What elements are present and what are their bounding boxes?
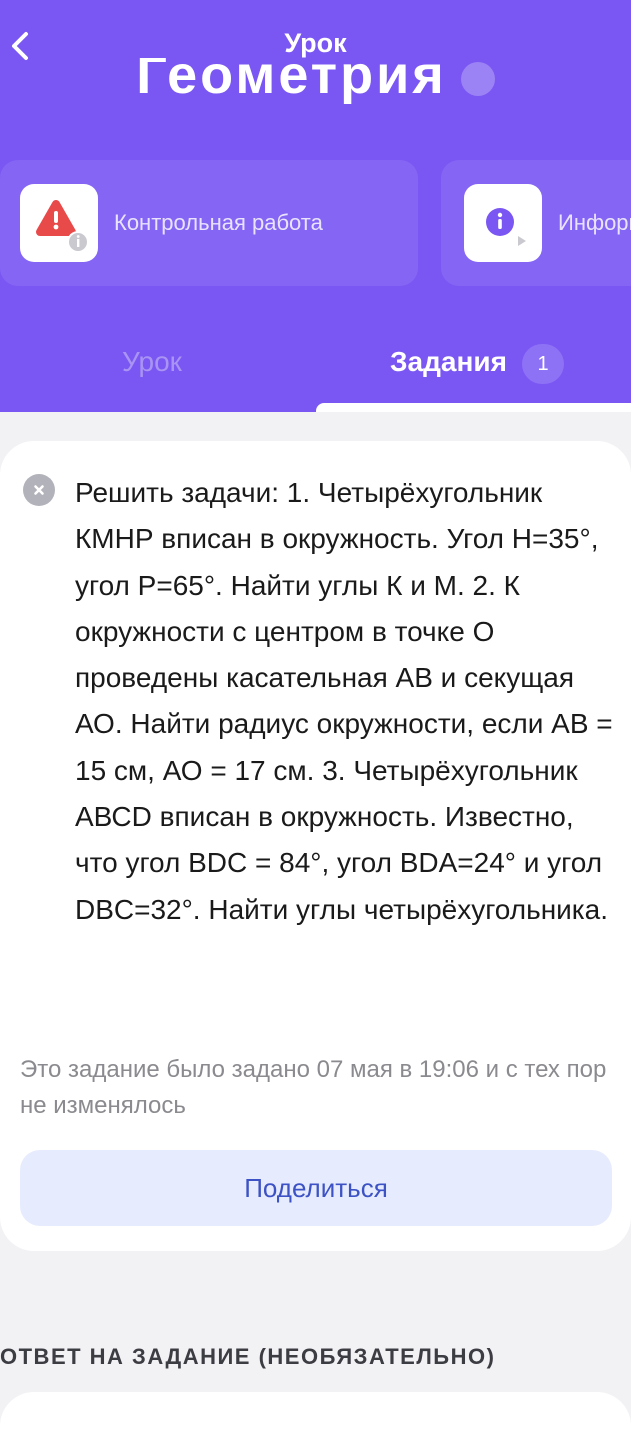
card-icon-box [20, 184, 98, 262]
card-label: Информация [558, 210, 631, 235]
subject-badge [460, 61, 495, 96]
task-description: Решить задачи: 1. Четырёхугольник КМНР в… [75, 477, 613, 925]
close-circle-icon [34, 485, 44, 495]
tab-count-badge: 1 [522, 344, 564, 384]
warning-triangle-icon [36, 200, 89, 253]
active-tab-indicator [316, 403, 631, 412]
app-header: Урок Геометрия Контрольная работа Инфор … [0, 0, 631, 412]
share-button[interactable]: Поделиться [20, 1150, 612, 1226]
card-label: Контрольная работа [114, 210, 323, 235]
subject-name: Геометрия [136, 58, 447, 105]
answer-heading: ОТВЕТ НА ЗАДАНИЕ (НЕОБЯЗАТЕЛЬНО) [0, 1344, 496, 1369]
info-card[interactable]: Информация [441, 160, 631, 286]
card-icon-box [464, 184, 542, 262]
task-meta: Это задание было задано 07 мая в 19:06 и… [20, 1056, 607, 1119]
task-status [23, 474, 55, 506]
tab-lesson[interactable]: Урок [122, 346, 182, 378]
screen-title: Урок [284, 28, 347, 58]
info-play-icon [486, 208, 526, 246]
test-work-card[interactable]: Контрольная работа [0, 160, 418, 286]
tab-tasks[interactable]: Задания [390, 346, 507, 378]
answer-input-card[interactable] [0, 1392, 631, 1440]
subject-title: Геометрия [0, 58, 631, 116]
